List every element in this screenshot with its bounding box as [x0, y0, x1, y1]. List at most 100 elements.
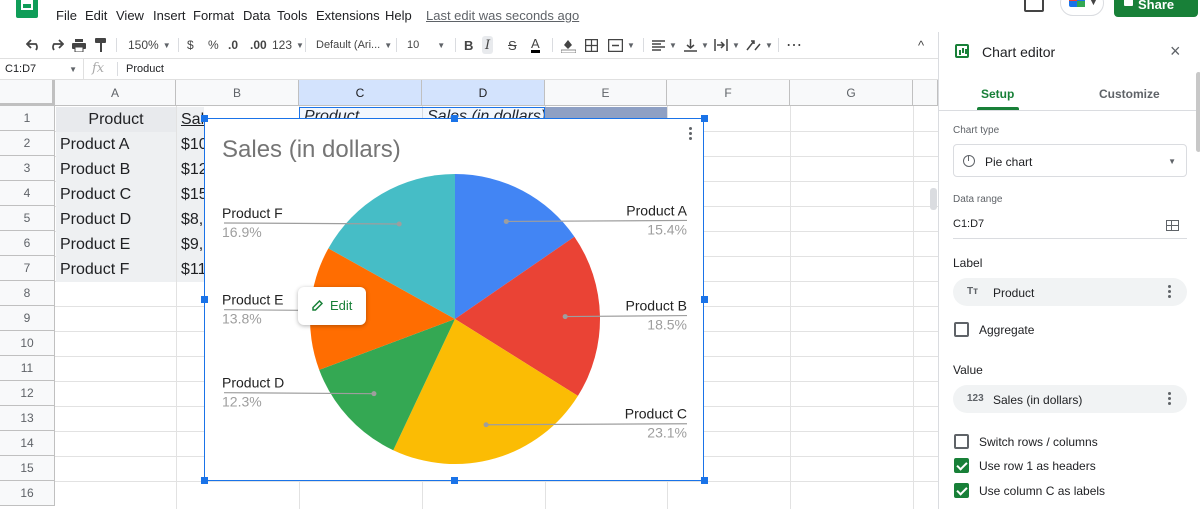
row-header[interactable]: 14	[0, 431, 55, 456]
collapse-toolbar-button[interactable]: ^	[918, 36, 924, 54]
menu-insert[interactable]: Insert	[153, 8, 186, 23]
resize-handle[interactable]	[201, 115, 208, 122]
tab-setup[interactable]: Setup	[981, 87, 1014, 101]
row-header[interactable]: 7	[0, 256, 55, 281]
cell-b3[interactable]: $12	[177, 157, 204, 182]
menu-tools[interactable]: Tools	[277, 8, 307, 23]
cell-b5[interactable]: $8,	[177, 207, 204, 232]
cell-b6[interactable]: $9,	[177, 232, 204, 257]
select-all-corner[interactable]	[0, 80, 55, 106]
strikethrough-button[interactable]: S	[508, 36, 517, 54]
cell-b4[interactable]: $15	[177, 182, 204, 207]
borders-icon[interactable]	[585, 36, 598, 54]
row-header[interactable]: 15	[0, 456, 55, 481]
row-header[interactable]: 6	[0, 231, 55, 256]
percent-format-button[interactable]: %	[208, 36, 219, 54]
data-range-input[interactable]: C1:D7	[953, 218, 984, 230]
tab-customize[interactable]: Customize	[1099, 87, 1160, 101]
row-header[interactable]: 3	[0, 156, 55, 181]
value-chip[interactable]: 123 Sales (in dollars)	[953, 385, 1187, 413]
horizontal-align-icon[interactable]: ▼	[652, 36, 677, 54]
paint-format-icon[interactable]	[95, 36, 107, 54]
resize-handle[interactable]	[451, 477, 458, 484]
column-header-d[interactable]: D	[422, 80, 545, 106]
pie-chart[interactable]: Sales (in dollars) Product A 15.4% Product…	[201, 115, 708, 484]
more-vert-icon[interactable]	[1168, 392, 1171, 407]
chart-menu-icon[interactable]	[689, 127, 693, 141]
cell-b7[interactable]: $11	[177, 257, 204, 282]
redo-icon[interactable]	[48, 36, 64, 54]
zoom-select[interactable]: 150% ▼	[128, 36, 171, 54]
more-formats-select[interactable]: 123 ▼	[272, 36, 304, 54]
print-icon[interactable]	[72, 36, 86, 54]
close-icon[interactable]: ×	[1170, 41, 1181, 62]
column-header-a[interactable]: A	[55, 80, 176, 106]
cell-a3[interactable]: Product B	[56, 157, 176, 182]
font-size-select[interactable]: 10 ▼	[407, 36, 445, 54]
resize-handle[interactable]	[451, 115, 458, 122]
merge-cells-icon[interactable]: ▼	[608, 36, 635, 54]
text-rotation-icon[interactable]: ▼	[746, 36, 773, 54]
font-family-select[interactable]: Default (Ari... ▼	[316, 36, 392, 54]
vertical-scrollbar[interactable]	[930, 188, 937, 210]
cell-a4[interactable]: Product C	[56, 182, 176, 207]
resize-handle[interactable]	[701, 296, 708, 303]
menu-view[interactable]: View	[116, 8, 144, 23]
column-header-g[interactable]: G	[790, 80, 913, 106]
editor-scrollbar[interactable]	[1196, 72, 1200, 152]
row-header[interactable]: 2	[0, 131, 55, 156]
row-header[interactable]: 12	[0, 381, 55, 406]
sheets-logo-icon[interactable]	[16, 0, 38, 18]
formula-input[interactable]: Product	[126, 63, 164, 75]
share-button[interactable]: Share	[1114, 0, 1198, 17]
column-header-e[interactable]: E	[545, 80, 667, 106]
use-column-labels-checkbox[interactable]	[954, 483, 969, 498]
menu-edit[interactable]: Edit	[85, 8, 107, 23]
name-box[interactable]: C1:D7 ▼	[0, 59, 84, 79]
label-chip[interactable]: Tт Product	[953, 278, 1187, 306]
cell-a6[interactable]: Product E	[56, 232, 176, 257]
resize-handle[interactable]	[201, 477, 208, 484]
column-header-h[interactable]	[913, 80, 938, 106]
currency-format-button[interactable]: $	[187, 36, 194, 54]
more-options-button[interactable]: ⋯	[786, 36, 802, 54]
select-range-grid-icon[interactable]	[1166, 220, 1179, 231]
edit-chart-button[interactable]: Edit	[298, 287, 366, 325]
resize-handle[interactable]	[701, 477, 708, 484]
row-header[interactable]: 11	[0, 356, 55, 381]
cell-a1[interactable]: Product	[56, 107, 176, 132]
cell-b2[interactable]: $10	[177, 132, 204, 157]
increase-decimal-button[interactable]: .00	[250, 36, 267, 54]
vertical-align-icon[interactable]: ▼	[684, 36, 709, 54]
chart-title[interactable]: Sales (in dollars)	[222, 136, 401, 163]
fill-color-icon[interactable]	[561, 36, 576, 54]
cell-a5[interactable]: Product D	[56, 207, 176, 232]
italic-button[interactable]: I	[482, 36, 494, 54]
text-color-button[interactable]: A	[531, 36, 540, 53]
cell-a7[interactable]: Product F	[56, 257, 176, 282]
menu-extensions[interactable]: Extensions	[316, 8, 380, 23]
cell-b1[interactable]: Sal	[177, 107, 204, 132]
menu-help[interactable]: Help	[385, 8, 412, 23]
meet-button[interactable]: ▼	[1060, 0, 1104, 16]
row-header[interactable]: 8	[0, 281, 55, 306]
switch-rows-columns-checkbox[interactable]	[954, 434, 969, 449]
more-vert-icon[interactable]	[1168, 285, 1171, 300]
row-header[interactable]: 9	[0, 306, 55, 331]
column-header-b[interactable]: B	[176, 80, 299, 106]
text-wrap-icon[interactable]: ▼	[714, 36, 740, 54]
comment-history-icon[interactable]	[1024, 0, 1044, 12]
menu-format[interactable]: Format	[193, 8, 234, 23]
undo-icon[interactable]	[26, 36, 42, 54]
row-header[interactable]: 4	[0, 181, 55, 206]
resize-handle[interactable]	[201, 296, 208, 303]
row-header[interactable]: 5	[0, 206, 55, 231]
bold-button[interactable]: B	[464, 36, 473, 54]
use-row-headers-checkbox[interactable]	[954, 458, 969, 473]
column-header-f[interactable]: F	[667, 80, 790, 106]
aggregate-checkbox[interactable]	[954, 322, 969, 337]
decrease-decimal-button[interactable]: .0	[228, 36, 238, 54]
row-header[interactable]: 10	[0, 331, 55, 356]
row-header[interactable]: 16	[0, 481, 55, 506]
chart-type-select[interactable]: Pie chart ▼	[953, 144, 1187, 177]
